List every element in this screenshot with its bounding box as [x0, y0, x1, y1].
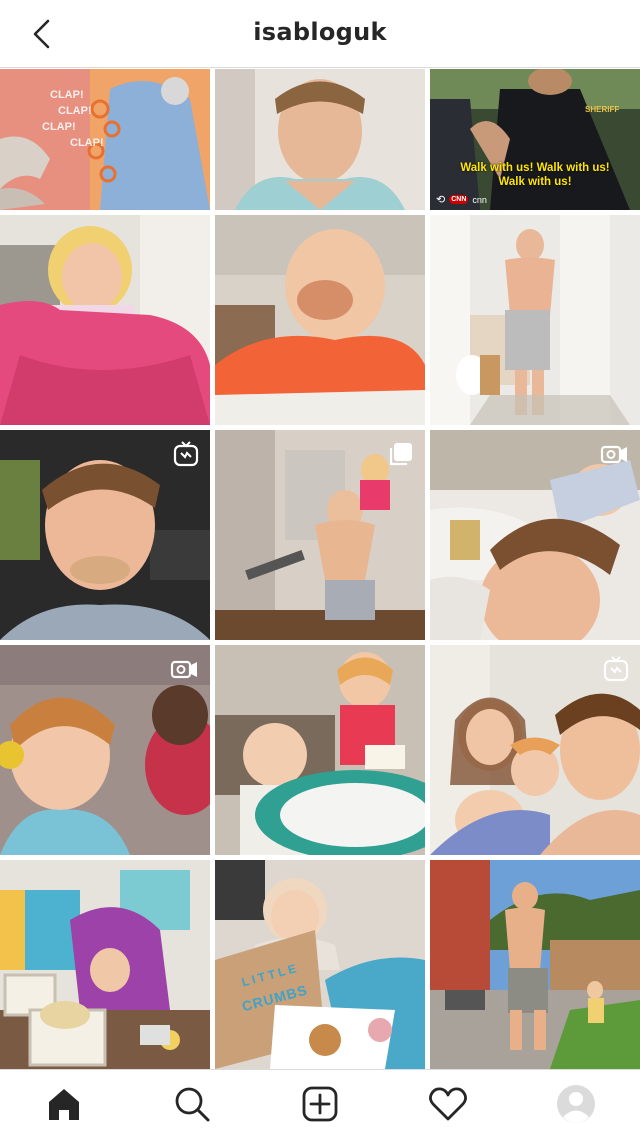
nav-profile[interactable]: [554, 1082, 598, 1126]
post-tile-9[interactable]: [430, 430, 640, 640]
post-tile-13[interactable]: [0, 860, 210, 1069]
source-tag: ⟲ CNN cnn: [436, 193, 487, 206]
post-thumbnail: [215, 645, 425, 855]
heart-icon: [429, 1087, 467, 1121]
retweet-icon: ⟲: [436, 194, 446, 206]
clap-text: CLAP!: [58, 105, 92, 117]
post-thumbnail: [430, 215, 640, 425]
nav-search[interactable]: [170, 1082, 214, 1126]
igtv-icon: [603, 656, 629, 682]
cnn-logo: CNN: [449, 195, 469, 204]
post-thumbnail: [215, 215, 425, 425]
plus-square-icon: [302, 1086, 338, 1122]
post-tile-6[interactable]: [430, 215, 640, 425]
video-camera-icon: [170, 660, 197, 679]
post-thumbnail: [430, 860, 640, 1069]
post-tile-5[interactable]: [215, 215, 425, 425]
post-tile-3[interactable]: SHERIFF Walk with us! Walk with us! Walk…: [430, 69, 640, 210]
clap-text: CLAP!: [42, 121, 76, 133]
source-label: cnn: [472, 194, 487, 205]
carousel-icon: [389, 443, 412, 466]
post-thumbnail: [0, 215, 210, 425]
post-thumbnail: [0, 69, 210, 210]
post-tile-7[interactable]: [0, 430, 210, 640]
igtv-icon: [173, 441, 199, 467]
post-tile-10[interactable]: [0, 645, 210, 855]
video-camera-icon: [600, 445, 627, 464]
post-tile-12[interactable]: [430, 645, 640, 855]
post-tile-8[interactable]: [215, 430, 425, 640]
clap-text: CLAP!: [70, 137, 104, 149]
search-icon: [175, 1087, 210, 1122]
top-bar: isabloguk: [0, 0, 640, 68]
post-thumbnail: [215, 69, 425, 210]
nav-new-post[interactable]: [298, 1082, 342, 1126]
post-tile-2[interactable]: [215, 69, 425, 210]
post-grid: CLAP! CLAP! CLAP! CLAP! SHERIFF Walk wit…: [0, 69, 640, 1069]
video-caption: Walk with us! Walk with us! Walk with us…: [460, 162, 610, 188]
post-tile-4[interactable]: [0, 215, 210, 425]
avatar-icon: [557, 1085, 595, 1123]
post-tile-14[interactable]: LITTLE CRUMBS: [215, 860, 425, 1069]
post-tile-1[interactable]: CLAP! CLAP! CLAP! CLAP!: [0, 69, 210, 210]
post-thumbnail: [215, 860, 425, 1069]
nav-activity[interactable]: [426, 1082, 470, 1126]
profile-username-title: isabloguk: [253, 18, 387, 46]
nav-home[interactable]: [42, 1082, 86, 1126]
home-icon: [49, 1089, 79, 1120]
post-tile-15[interactable]: [430, 860, 640, 1069]
clap-text: CLAP!: [50, 89, 84, 101]
post-thumbnail: [0, 860, 210, 1069]
post-tile-11[interactable]: [215, 645, 425, 855]
sheriff-text: SHERIFF: [585, 105, 620, 114]
bottom-nav: [0, 1069, 640, 1138]
